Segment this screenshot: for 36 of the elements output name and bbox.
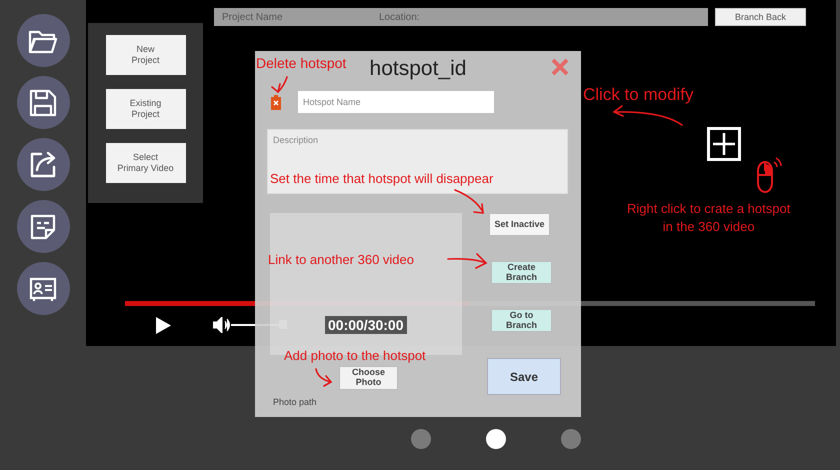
branch-button[interactable]: Create Branch: [491, 261, 552, 284]
annotation-text: Right click to crate a hotspot in the 360 video: [627, 200, 790, 236]
play-icon[interactable]: [156, 316, 171, 334]
photo-path-label: Photo path: [273, 397, 318, 407]
page-dot[interactable]: [410, 429, 430, 449]
annotation-arrow: [271, 76, 288, 93]
close-icon: [550, 57, 570, 77]
location-label: Location:: [379, 12, 420, 22]
plus-icon: [710, 130, 738, 158]
annotation-arrow: [454, 189, 484, 214]
annotation-text: Delete hotspot: [256, 54, 346, 73]
volume-icon[interactable]: [213, 317, 231, 333]
time-label: 00:00/30:00: [325, 316, 407, 334]
menu-button[interactable]: Existing Project: [106, 89, 186, 129]
annotation-text: Set the time that hotspot will disappear: [270, 170, 494, 188]
hotspot-marker[interactable]: [707, 127, 741, 161]
action-button[interactable]: Set Inactive: [489, 213, 550, 236]
annotation-text: Link to another 360 video: [268, 251, 414, 269]
annotation-arrow: [447, 253, 487, 269]
delete-button[interactable]: [270, 94, 282, 110]
menu-button[interactable]: Select Primary Video: [106, 143, 186, 183]
save-button[interactable]: Save: [487, 358, 561, 395]
choose-photo-button[interactable]: Choose Photo: [339, 366, 398, 390]
branch-back-button[interactable]: Branch Back: [715, 8, 806, 26]
page-dot[interactable]: [486, 429, 506, 449]
trash-icon: [270, 94, 282, 110]
annotation-text: Add photo to the hotspot: [284, 347, 426, 365]
dialog-title: hotspot_id: [370, 57, 466, 81]
project-name-label: Project Name: [222, 12, 284, 22]
annotation-arrow: [315, 368, 332, 387]
hotspot-name-field[interactable]: Hotspot Name: [298, 91, 494, 113]
page-dot[interactable]: [560, 429, 580, 449]
menu-button[interactable]: New Project: [106, 35, 186, 75]
annotation-arrow: [613, 105, 683, 126]
branch-button[interactable]: Go to Branch: [491, 309, 552, 332]
annotation-text: Click to modify: [583, 84, 694, 106]
